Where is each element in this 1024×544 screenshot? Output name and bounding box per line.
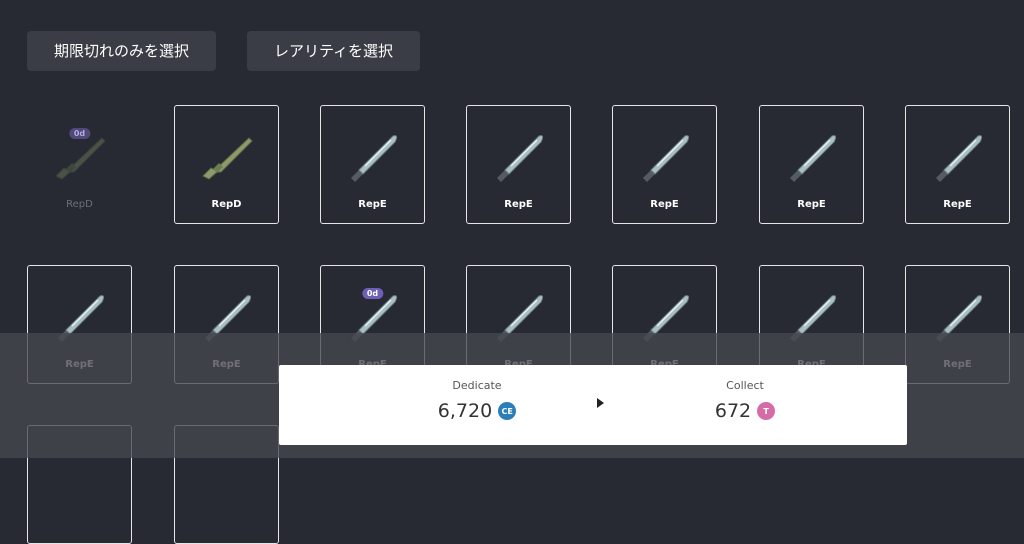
collect-amount: 672 T <box>645 400 845 422</box>
item-label: RepE <box>650 199 679 210</box>
item-label: RepD <box>211 199 242 210</box>
knife-icon <box>351 135 398 182</box>
expiry-badge: 0d <box>68 128 91 139</box>
expiry-badge: 0d <box>361 288 384 299</box>
item-card[interactable]: RepE <box>320 105 425 224</box>
item-card[interactable]: RepE <box>759 105 864 224</box>
dedicate-value: 6,720 <box>437 400 493 422</box>
item-label: RepE <box>797 199 826 210</box>
dedicate-amount: 6,720 CE <box>377 400 577 422</box>
item-label: RepE <box>504 199 533 210</box>
item-card[interactable]: RepE <box>612 105 717 224</box>
rifle-icon <box>202 137 253 180</box>
knife-icon <box>936 135 983 182</box>
collect-section: Collect 672 T <box>645 365 845 422</box>
item-card[interactable]: RepE <box>905 105 1010 224</box>
rifle-icon <box>55 137 106 180</box>
arrow-right-icon <box>597 398 604 408</box>
item-card[interactable]: 0d RepD <box>27 105 132 224</box>
collect-value: 672 <box>714 400 752 422</box>
collect-title: Collect <box>726 379 764 392</box>
knife-icon <box>643 135 690 182</box>
t-coin-icon: T <box>757 402 776 420</box>
item-card[interactable]: RepE <box>466 105 571 224</box>
knife-icon <box>790 135 837 182</box>
knife-icon <box>497 135 544 182</box>
item-label: RepE <box>943 199 972 210</box>
item-label: RepD <box>66 199 93 210</box>
item-card[interactable]: RepD <box>174 105 279 224</box>
item-label: RepE <box>358 199 387 210</box>
dedicate-section: Dedicate 6,720 CE <box>377 365 577 422</box>
ce-coin-icon: CE <box>498 402 517 420</box>
dedicate-title: Dedicate <box>452 379 502 392</box>
exchange-panel: Dedicate 6,720 CE Collect 672 T <box>279 365 907 445</box>
